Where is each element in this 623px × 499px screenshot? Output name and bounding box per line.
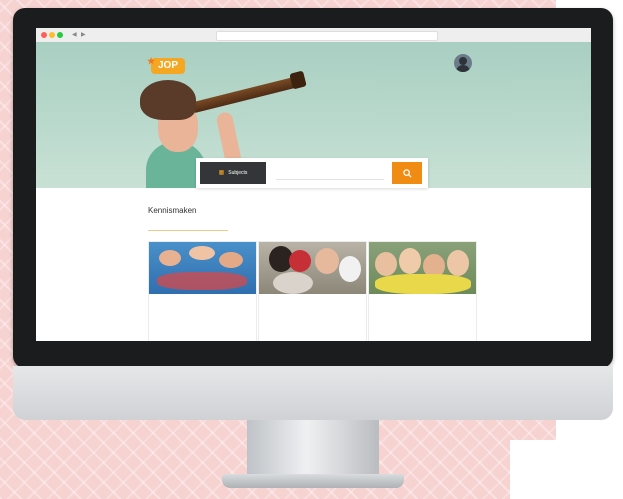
address-bar[interactable]	[216, 31, 438, 41]
search-input[interactable]	[276, 164, 384, 180]
minimize-window-dot[interactable]	[49, 32, 55, 38]
forward-icon[interactable]: ▶	[81, 32, 86, 38]
search-button[interactable]	[392, 162, 422, 184]
activity-card[interactable]	[368, 241, 477, 341]
search-icon	[402, 169, 412, 178]
screen: ◀ ▶ ★ JOP ▦ Subjects Kennismaken	[36, 28, 591, 341]
telescope-end-illustration	[289, 70, 307, 90]
grid-icon: ▦	[218, 170, 225, 176]
kid-hat-illustration	[140, 80, 196, 120]
category-label: Subjects	[228, 170, 248, 176]
telescope-illustration	[184, 75, 304, 115]
card-image[interactable]	[149, 242, 256, 294]
page-margin-bottom	[510, 440, 623, 499]
user-avatar-icon[interactable]	[454, 54, 472, 72]
site-logo[interactable]: ★ JOP	[147, 56, 185, 74]
maximize-window-dot[interactable]	[57, 32, 63, 38]
logo-text: JOP	[157, 60, 178, 71]
category-button[interactable]: ▦ Subjects	[200, 162, 266, 184]
monitor-stand	[247, 420, 379, 478]
section-title: Kennismaken	[148, 206, 197, 215]
back-icon[interactable]: ◀	[72, 32, 77, 38]
monitor-stand-base	[222, 474, 404, 488]
card-image[interactable]	[259, 242, 366, 294]
card-image[interactable]	[369, 242, 476, 294]
search-panel: ▦ Subjects	[196, 158, 428, 188]
monitor-chin	[13, 366, 613, 420]
star-icon: ★	[147, 56, 156, 66]
close-window-dot[interactable]	[41, 32, 47, 38]
activity-card[interactable]	[258, 241, 367, 341]
section-underline	[148, 230, 228, 231]
activity-card[interactable]	[148, 241, 257, 341]
browser-toolbar: ◀ ▶	[36, 28, 591, 43]
